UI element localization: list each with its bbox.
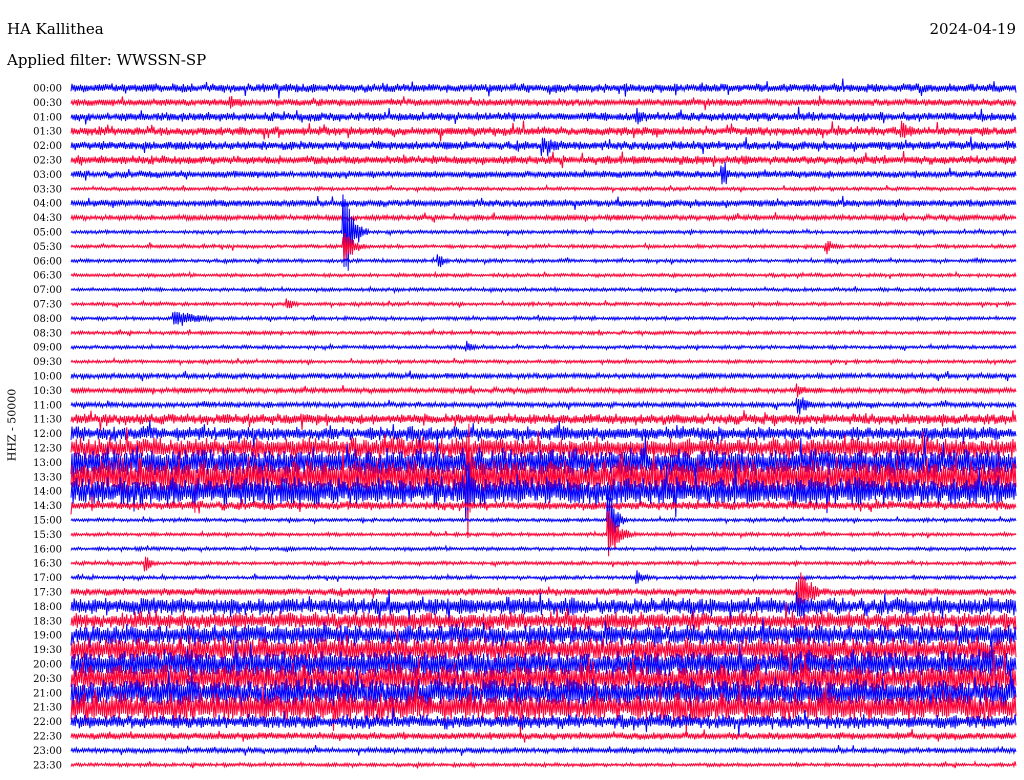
trace-row-6 (70, 162, 1017, 185)
row-label-19: 09:30 (33, 357, 62, 368)
row-label-39: 19:30 (33, 645, 62, 656)
row-time-labels: 00:00 00:30 01:00 01:30 02:00 02:30 03:00 03:30… (33, 84, 62, 772)
row-label-47: 23:30 (33, 760, 62, 771)
row-label-1: 00:30 (33, 98, 62, 109)
row-label-40: 20:00 (33, 660, 62, 671)
trace-row-22 (70, 397, 1017, 415)
trace-row-9 (70, 212, 1017, 223)
row-label-12: 06:00 (33, 256, 62, 267)
trace-row-46 (70, 745, 1017, 756)
row-label-43: 21:30 (33, 703, 62, 714)
row-label-31: 15:30 (33, 530, 62, 541)
trace-row-2 (70, 106, 1017, 125)
trace-row-29 (70, 498, 1017, 515)
trace-row-4 (70, 136, 1017, 157)
row-label-21: 10:30 (33, 386, 62, 397)
trace-row-12 (70, 254, 1017, 268)
trace-row-33 (70, 556, 1017, 572)
trace-row-14 (70, 285, 1017, 295)
trace-row-16 (70, 311, 1017, 326)
row-label-28: 14:00 (33, 487, 62, 498)
row-label-24: 12:00 (33, 429, 62, 440)
row-label-10: 05:00 (33, 228, 62, 239)
row-label-0: 00:00 (33, 84, 62, 95)
row-label-35: 17:30 (33, 588, 62, 599)
trace-row-7 (70, 183, 1017, 194)
row-label-2: 01:00 (33, 112, 62, 123)
row-label-17: 08:30 (33, 328, 62, 339)
trace-row-0 (70, 78, 1017, 99)
trace-row-34 (70, 570, 1017, 585)
row-label-34: 17:00 (33, 573, 62, 584)
trace-row-19 (70, 356, 1017, 367)
trace-row-45 (70, 728, 1017, 743)
row-label-42: 21:00 (33, 688, 62, 699)
row-label-4: 02:00 (33, 141, 62, 152)
row-label-9: 04:30 (33, 213, 62, 224)
row-label-18: 09:00 (33, 343, 62, 354)
trace-row-32 (70, 544, 1017, 554)
row-label-46: 23:00 (33, 746, 62, 757)
row-label-8: 04:00 (33, 199, 62, 210)
row-label-33: 16:30 (33, 559, 62, 570)
trace-row-13 (70, 270, 1017, 280)
row-label-22: 11:00 (33, 400, 62, 411)
row-label-16: 08:00 (33, 314, 62, 325)
row-label-13: 06:30 (33, 271, 62, 282)
helicorder-plot: 00:00 00:30 01:00 01:30 02:00 02:30 03:00 03:30… (33, 78, 1017, 772)
row-label-23: 11:30 (33, 415, 62, 426)
row-label-20: 10:00 (33, 372, 62, 383)
trace-row-17 (70, 327, 1017, 338)
row-label-15: 07:30 (33, 300, 62, 311)
row-label-45: 22:30 (33, 732, 62, 743)
row-label-14: 07:00 (33, 285, 62, 296)
row-label-11: 05:30 (33, 242, 62, 253)
row-label-25: 12:30 (33, 444, 62, 455)
trace-row-21 (70, 383, 1017, 398)
trace-row-3 (70, 120, 1017, 142)
row-label-3: 01:30 (33, 127, 62, 138)
trace-row-20 (70, 370, 1017, 382)
row-label-26: 13:00 (33, 458, 62, 469)
trace-row-1 (70, 95, 1017, 111)
row-label-38: 19:00 (33, 631, 62, 642)
row-label-32: 16:00 (33, 544, 62, 555)
row-label-6: 03:00 (33, 170, 62, 181)
trace-row-15 (70, 298, 1017, 310)
row-label-29: 14:30 (33, 501, 62, 512)
trace-row-8 (70, 195, 1017, 210)
trace-row-5 (70, 151, 1017, 169)
row-label-30: 15:00 (33, 516, 62, 527)
row-label-7: 03:30 (33, 184, 62, 195)
trace-row-23 (70, 410, 1017, 432)
row-label-37: 18:30 (33, 616, 62, 627)
row-label-44: 22:00 (33, 717, 62, 728)
trace-row-11 (70, 232, 1017, 260)
row-label-5: 02:30 (33, 156, 62, 167)
row-label-36: 18:00 (33, 602, 62, 613)
seismogram-traces (70, 78, 1017, 769)
trace-row-18 (70, 340, 1017, 352)
trace-row-47 (70, 760, 1017, 769)
row-label-27: 13:30 (33, 472, 62, 483)
row-label-41: 20:30 (33, 674, 62, 685)
